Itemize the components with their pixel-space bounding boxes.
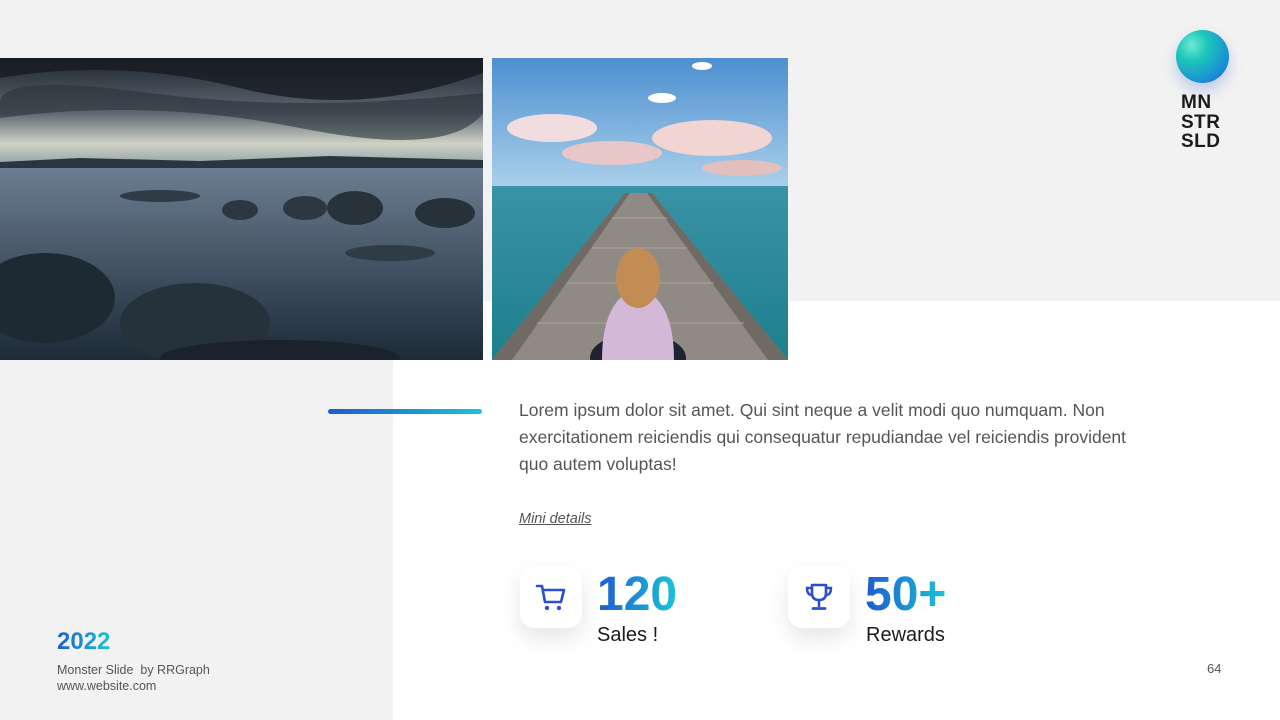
logo-sphere-icon [1176,30,1229,83]
footer-year: 2022 [57,628,111,655]
rewards-label: Rewards [866,624,945,646]
left-background-panel [0,301,393,720]
sales-value: 120 [597,568,678,621]
mini-details-link[interactable]: Mini details [519,511,592,527]
rewards-value: 50+ [865,568,947,621]
body-paragraph: Lorem ipsum dolor sit amet. Qui sint neq… [519,400,1127,474]
brand-logo: MN STR SLD [1176,30,1230,152]
rewards-icon-box [788,566,850,628]
trophy-icon [805,583,833,610]
shopping-cart-icon [535,584,566,611]
accent-divider [328,409,482,414]
rocky-sea-photo [0,58,483,360]
credit-line-website: www.website.com [57,679,157,693]
page-number: 64 [1207,661,1222,676]
credit-line-author: Monster Slide by RRGraph [57,663,210,677]
logo-text: MN STR SLD [1181,93,1230,152]
pier-woman-photo [492,58,788,360]
logo-line-2: STR [1181,111,1221,133]
sales-label: Sales ! [597,624,659,646]
footer-credit: Monster Slide by RRGraph www.website.com [57,662,210,694]
logo-line-1: MN [1181,92,1212,113]
sales-icon-box [520,566,582,628]
logo-line-3: SLD [1181,131,1221,152]
